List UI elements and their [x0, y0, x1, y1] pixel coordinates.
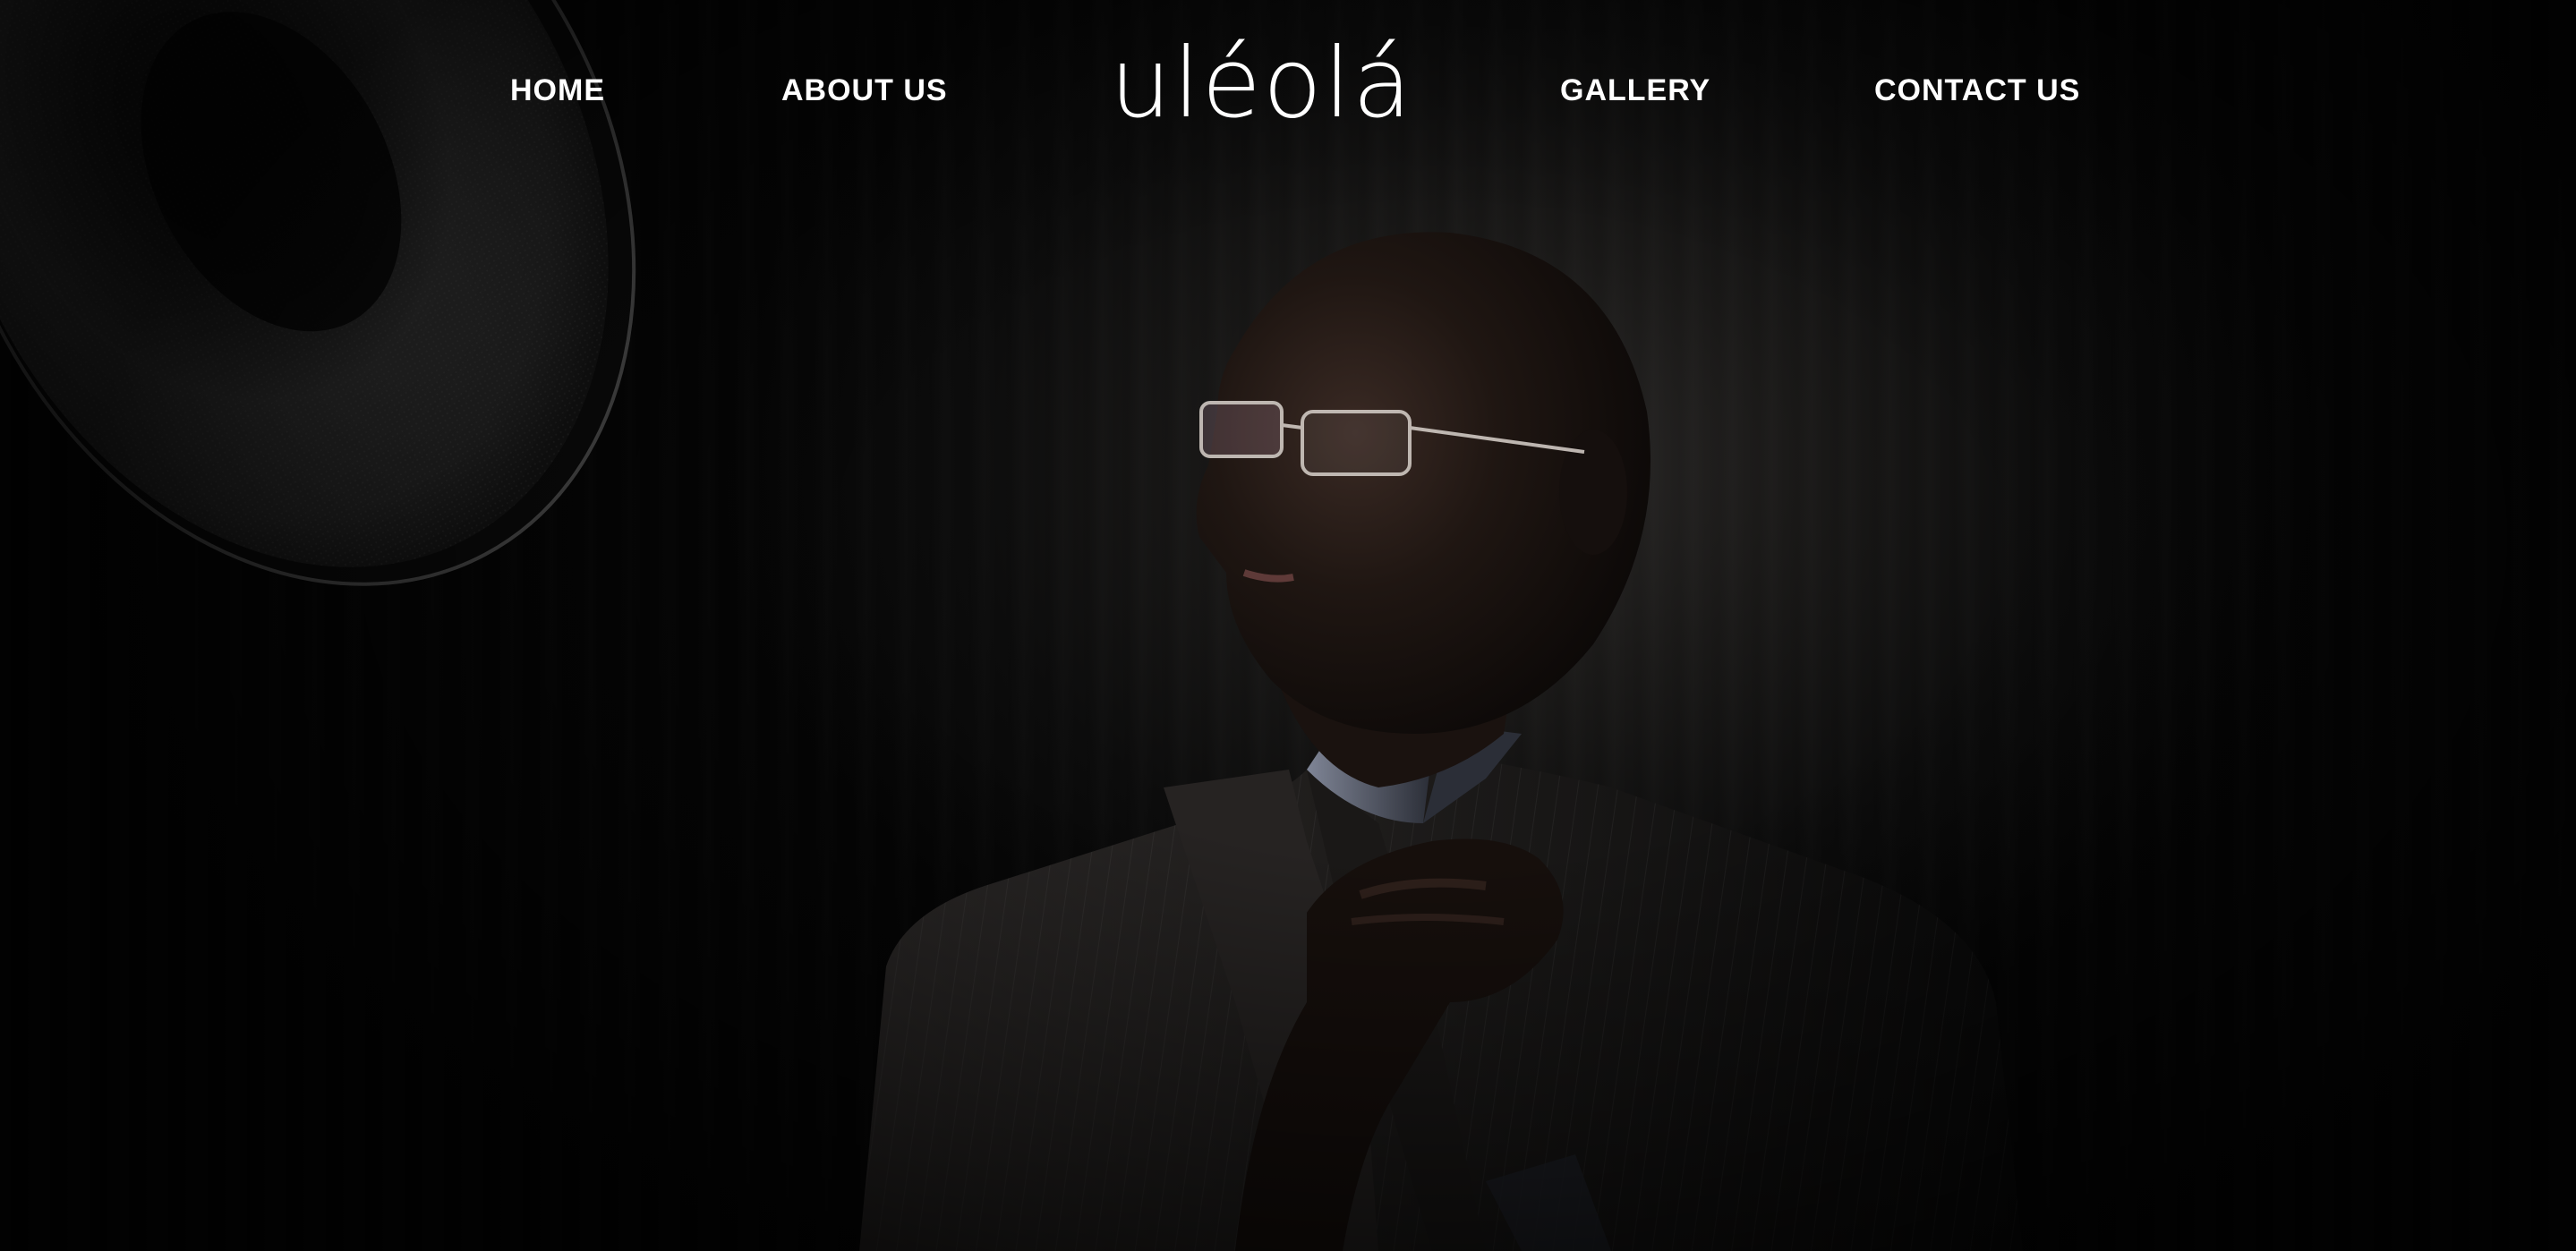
backdrop-texture	[0, 0, 2576, 1251]
nav-link-gallery[interactable]: GALLERY	[1560, 73, 1710, 108]
portrait-photo	[859, 232, 2023, 1251]
nav-link-about-us[interactable]: ABOUT US	[781, 73, 948, 108]
brand-logo[interactable]: uléolá	[1110, 36, 1413, 132]
top-navigation: HOME ABOUT US uléolá GALLERY CONTACT US	[0, 0, 2576, 179]
nav-link-home[interactable]: HOME	[510, 73, 605, 108]
nav-link-contact-us[interactable]: CONTACT US	[1874, 73, 2080, 108]
hero-page: HOME ABOUT US uléolá GALLERY CONTACT US	[0, 0, 2576, 1251]
vignette-overlay	[0, 0, 2576, 1251]
